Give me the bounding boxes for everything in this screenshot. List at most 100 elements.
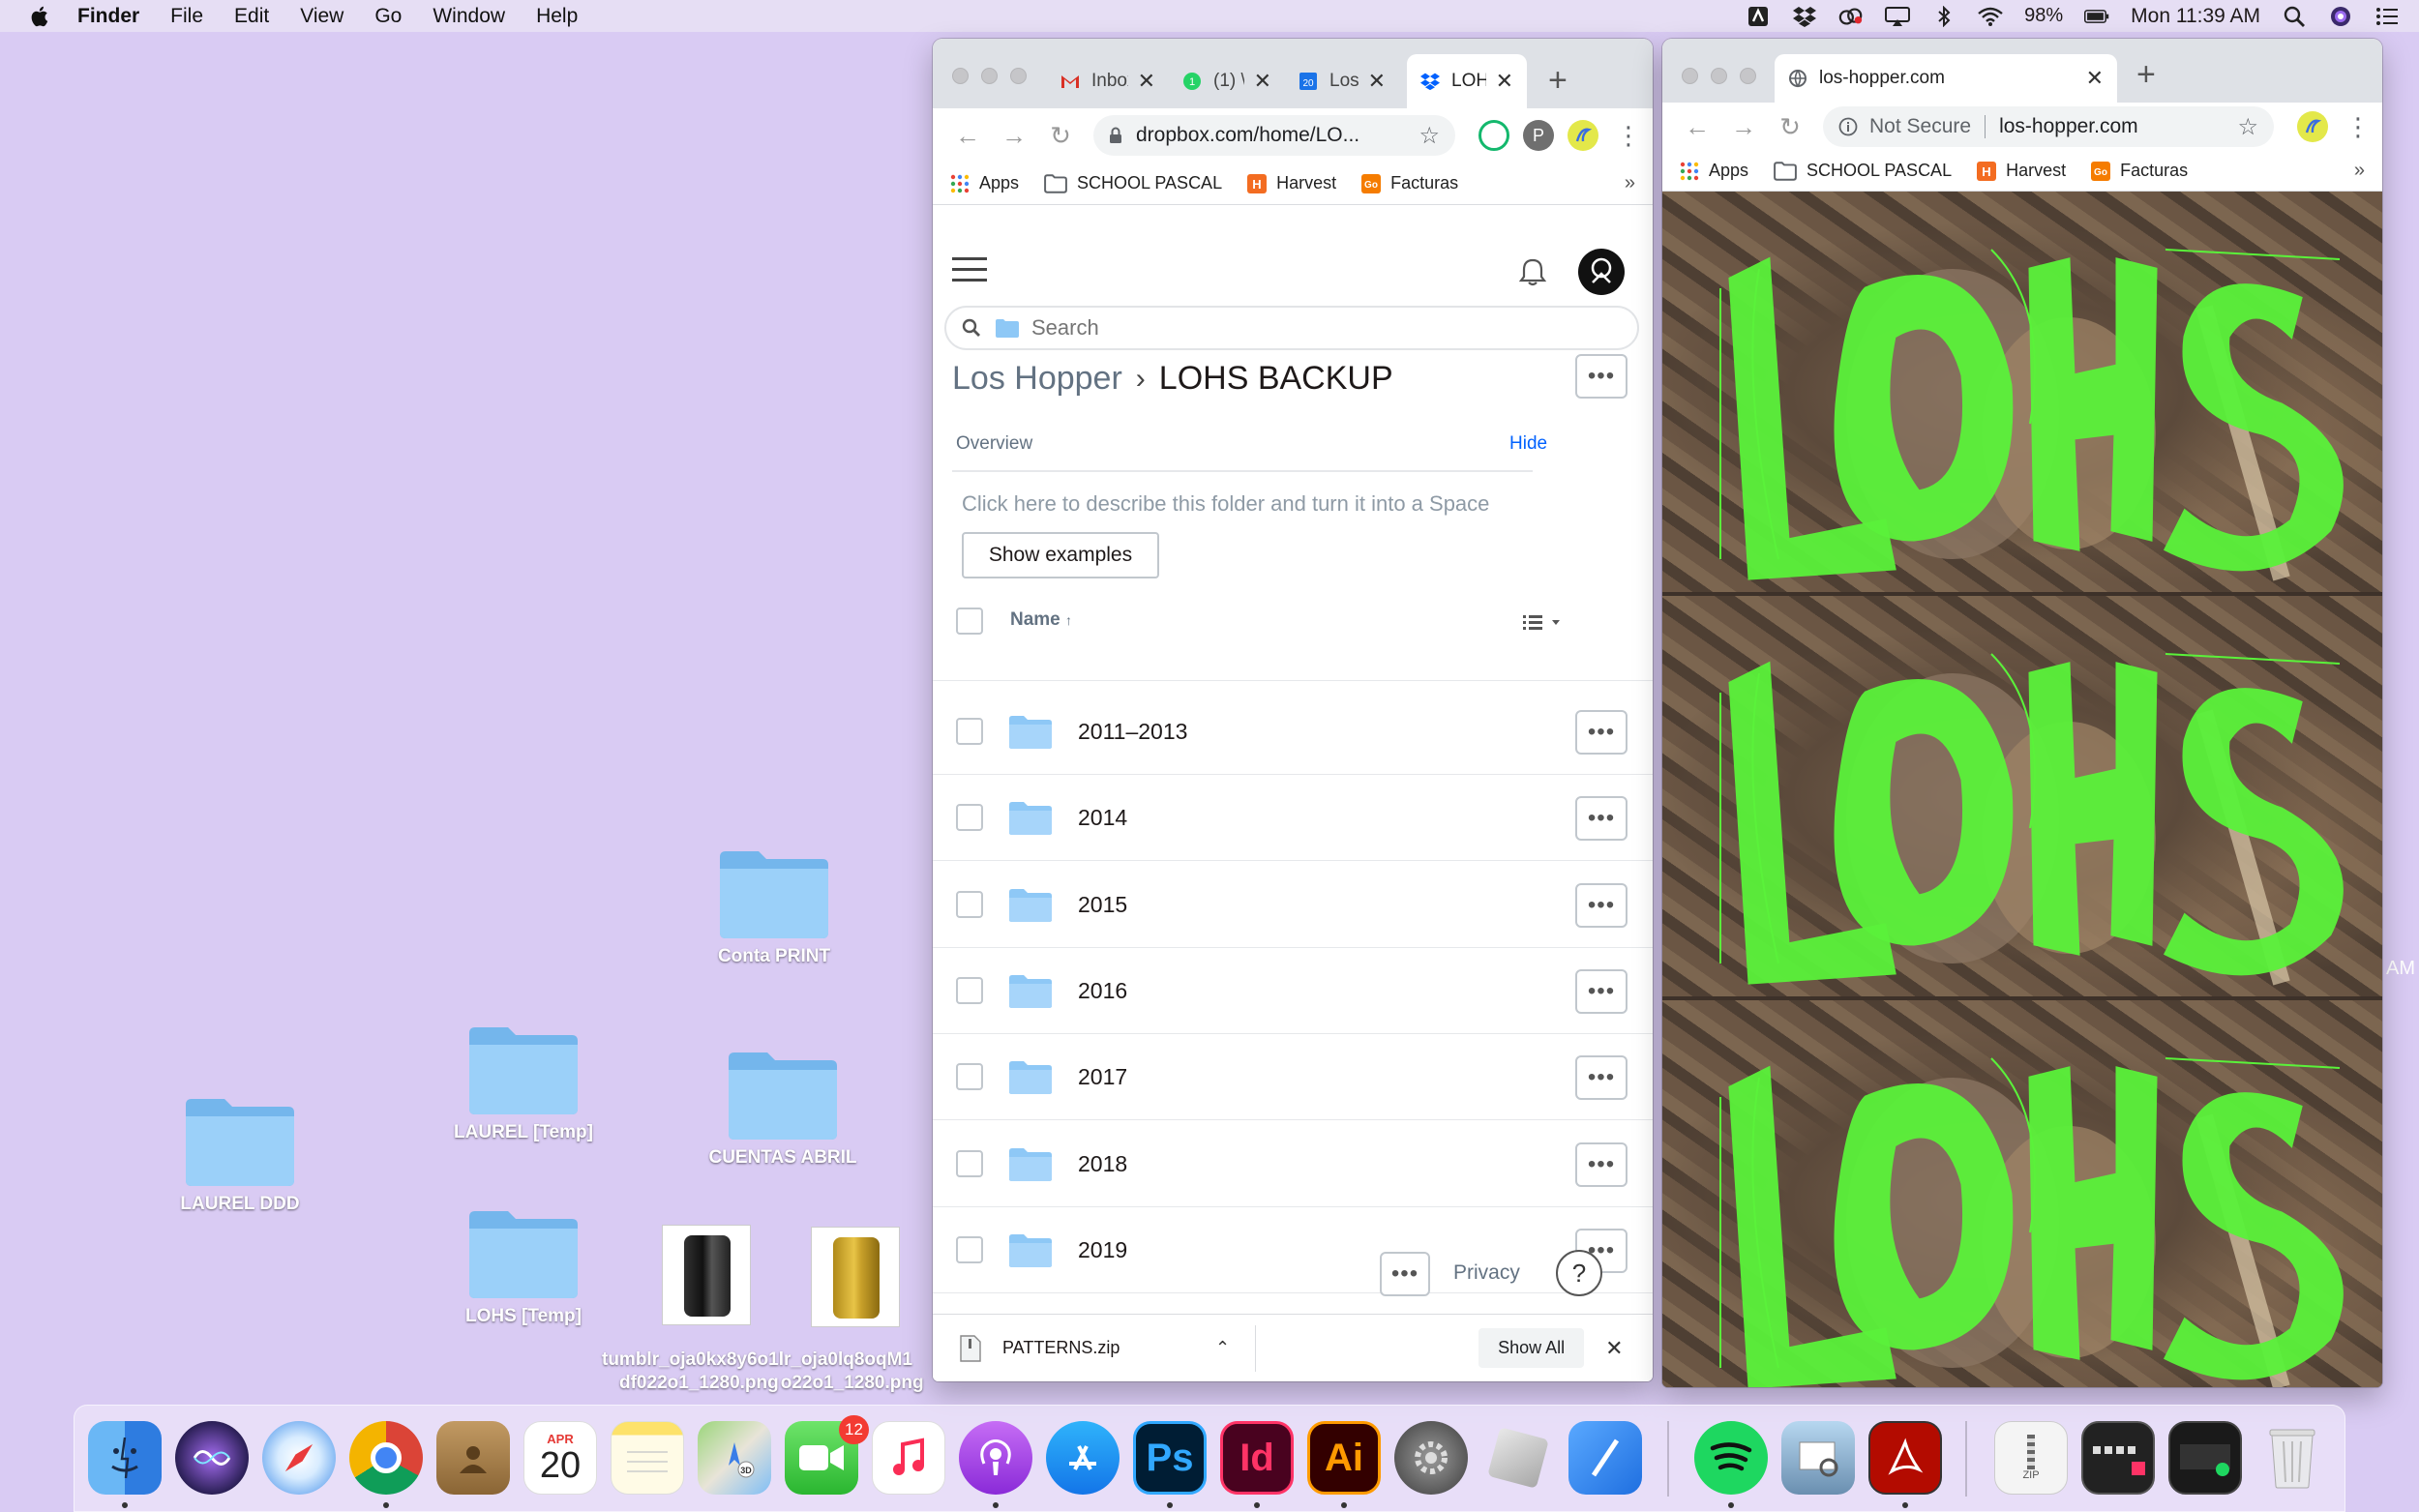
pinterest-extension-icon[interactable]: P [1523,120,1554,151]
bookmark-apps[interactable]: Apps [950,173,1019,193]
folder-row[interactable]: 2016 ••• [933,948,1653,1034]
notification-center-icon[interactable] [2374,6,2400,27]
notifications-bell-icon[interactable] [1519,257,1546,286]
close-tab-icon[interactable]: ✕ [2086,66,2104,91]
row-checkbox[interactable] [956,1150,983,1177]
bookmark-facturas[interactable]: Go Facturas [1361,173,1458,193]
hamburger-menu-icon[interactable] [952,255,987,282]
bookmarks-overflow-icon[interactable]: » [1625,172,1635,194]
folder-name[interactable]: 2017 [1078,1064,1127,1090]
breadcrumb-parent[interactable]: Los Hopper [952,360,1122,398]
new-tab-button[interactable]: + [2136,58,2156,91]
menu-edit[interactable]: Edit [234,5,269,28]
bookmark-school-pascal[interactable]: SCHOOL PASCAL [1774,161,1952,181]
row-checkbox[interactable] [956,804,983,831]
tab-dropbox-active[interactable]: LOH ✕ [1407,54,1527,108]
footer-more-button[interactable]: ••• [1380,1252,1430,1296]
hide-overview-link[interactable]: Hide [1509,433,1547,455]
folder-row[interactable]: 2015 ••• [933,862,1653,948]
dock-zip-download-icon[interactable]: ZIP [1994,1421,2068,1495]
desktop-file-gold-can[interactable] [807,1227,904,1327]
tab-calendar[interactable]: 20 Los ✕ [1285,54,1399,108]
desktop-folder-conta-print[interactable]: Conta PRINT [692,847,856,967]
back-icon[interactable]: ← [944,121,991,151]
bookmark-star-icon[interactable]: ☆ [1419,122,1440,150]
column-header-name[interactable]: Name ↑ [1010,609,1072,631]
close-window-button[interactable] [1682,68,1698,84]
close-tab-icon[interactable]: ✕ [1496,69,1513,94]
dock-illustrator-icon[interactable]: Ai [1307,1421,1381,1495]
dock-photoshop-icon[interactable]: Ps [1133,1421,1207,1495]
dock-siri-icon[interactable] [175,1421,249,1495]
dock-trash-icon[interactable] [2255,1421,2329,1495]
row-checkbox[interactable] [956,718,983,745]
menu-app-finder[interactable]: Finder [77,5,139,28]
dock-podcasts-icon[interactable] [959,1421,1032,1495]
dock-indesign-icon[interactable]: Id [1220,1421,1294,1495]
row-checkbox[interactable] [956,1236,983,1263]
creative-cloud-icon[interactable] [1838,6,1864,27]
battery-icon[interactable] [2084,6,2109,27]
siri-icon[interactable] [2328,6,2353,27]
folder-description-prompt[interactable]: Click here to describe this folder and t… [962,491,1489,517]
wifi-icon[interactable] [1978,6,2003,27]
dock-finder-icon[interactable] [88,1421,162,1495]
folder-name[interactable]: 2011–2013 [1078,719,1187,745]
select-all-checkbox[interactable] [956,608,983,635]
menu-clock[interactable]: Mon 11:39 AM [2131,5,2260,28]
zoom-window-button[interactable] [1740,68,1756,84]
dock-spotify-icon[interactable] [1694,1421,1768,1495]
folder-name[interactable]: 2016 [1078,978,1127,1004]
dock-roblox-icon[interactable] [1481,1421,1555,1495]
dock-notes-icon[interactable] [611,1421,684,1495]
new-tab-button[interactable]: + [1548,64,1568,97]
dock-preview-icon[interactable] [1781,1421,1855,1495]
desktop-folder-lohs-temp[interactable]: LOHS [Temp] [441,1207,606,1327]
row-more-button[interactable]: ••• [1575,796,1628,841]
account-avatar-icon[interactable] [1577,248,1626,296]
folder-row[interactable]: 2014 ••• [933,775,1653,861]
chrome-menu-icon[interactable]: ⋮ [2345,112,2371,142]
bookmark-harvest[interactable]: H Harvest [1977,161,2066,181]
folder-row[interactable]: 2017 ••• [933,1034,1653,1120]
row-checkbox[interactable] [956,891,983,918]
menu-go[interactable]: Go [374,5,402,28]
info-icon[interactable] [1838,117,1858,136]
forward-icon[interactable]: → [991,121,1037,151]
profile-avatar-icon[interactable] [1568,120,1598,151]
close-window-button[interactable] [952,68,969,84]
reload-icon[interactable]: ↻ [1037,121,1084,151]
dock-acrobat-icon[interactable] [1868,1421,1942,1495]
bookmark-school-pascal[interactable]: SCHOOL PASCAL [1044,173,1222,193]
row-more-button[interactable]: ••• [1575,1055,1628,1100]
dock-maps-icon[interactable]: 3D [698,1421,771,1495]
menu-window[interactable]: Window [433,5,505,28]
dock-music-icon[interactable] [872,1421,945,1495]
search-input[interactable] [1030,314,1571,341]
dock-contacts-icon[interactable] [436,1421,510,1495]
row-more-button[interactable]: ••• [1575,883,1628,928]
profile-avatar-icon[interactable] [2297,111,2328,142]
show-all-downloads-button[interactable]: Show All [1478,1328,1585,1368]
dock-calendar-icon[interactable]: APR 20 [523,1421,597,1495]
folder-row[interactable]: 2011–2013 ••• [933,689,1653,775]
airplay-icon[interactable] [1885,6,1911,27]
download-filename[interactable]: PATTERNS.zip [1002,1338,1196,1358]
spotlight-search-icon[interactable] [2282,6,2307,27]
bluetooth-icon[interactable] [1931,5,1956,27]
minimize-window-button[interactable] [1711,68,1727,84]
folder-name[interactable]: 2019 [1078,1237,1127,1263]
reload-icon[interactable]: ↻ [1767,112,1813,142]
bookmark-star-icon[interactable]: ☆ [2237,113,2258,141]
folder-name[interactable]: 2018 [1078,1151,1127,1177]
tab-los-hopper-active[interactable]: los-hopper.com ✕ [1775,54,2117,103]
folder-row[interactable]: 2018 ••• [933,1121,1653,1207]
apple-icon[interactable] [29,5,48,28]
row-checkbox[interactable] [956,977,983,1004]
menu-file[interactable]: File [170,5,203,28]
row-more-button[interactable]: ••• [1575,1142,1628,1187]
search-bar[interactable] [944,306,1639,350]
dock-app-store-icon[interactable] [1046,1421,1120,1495]
download-chevron-up-icon[interactable]: ⌃ [1215,1338,1230,1358]
minimize-window-button[interactable] [981,68,998,84]
